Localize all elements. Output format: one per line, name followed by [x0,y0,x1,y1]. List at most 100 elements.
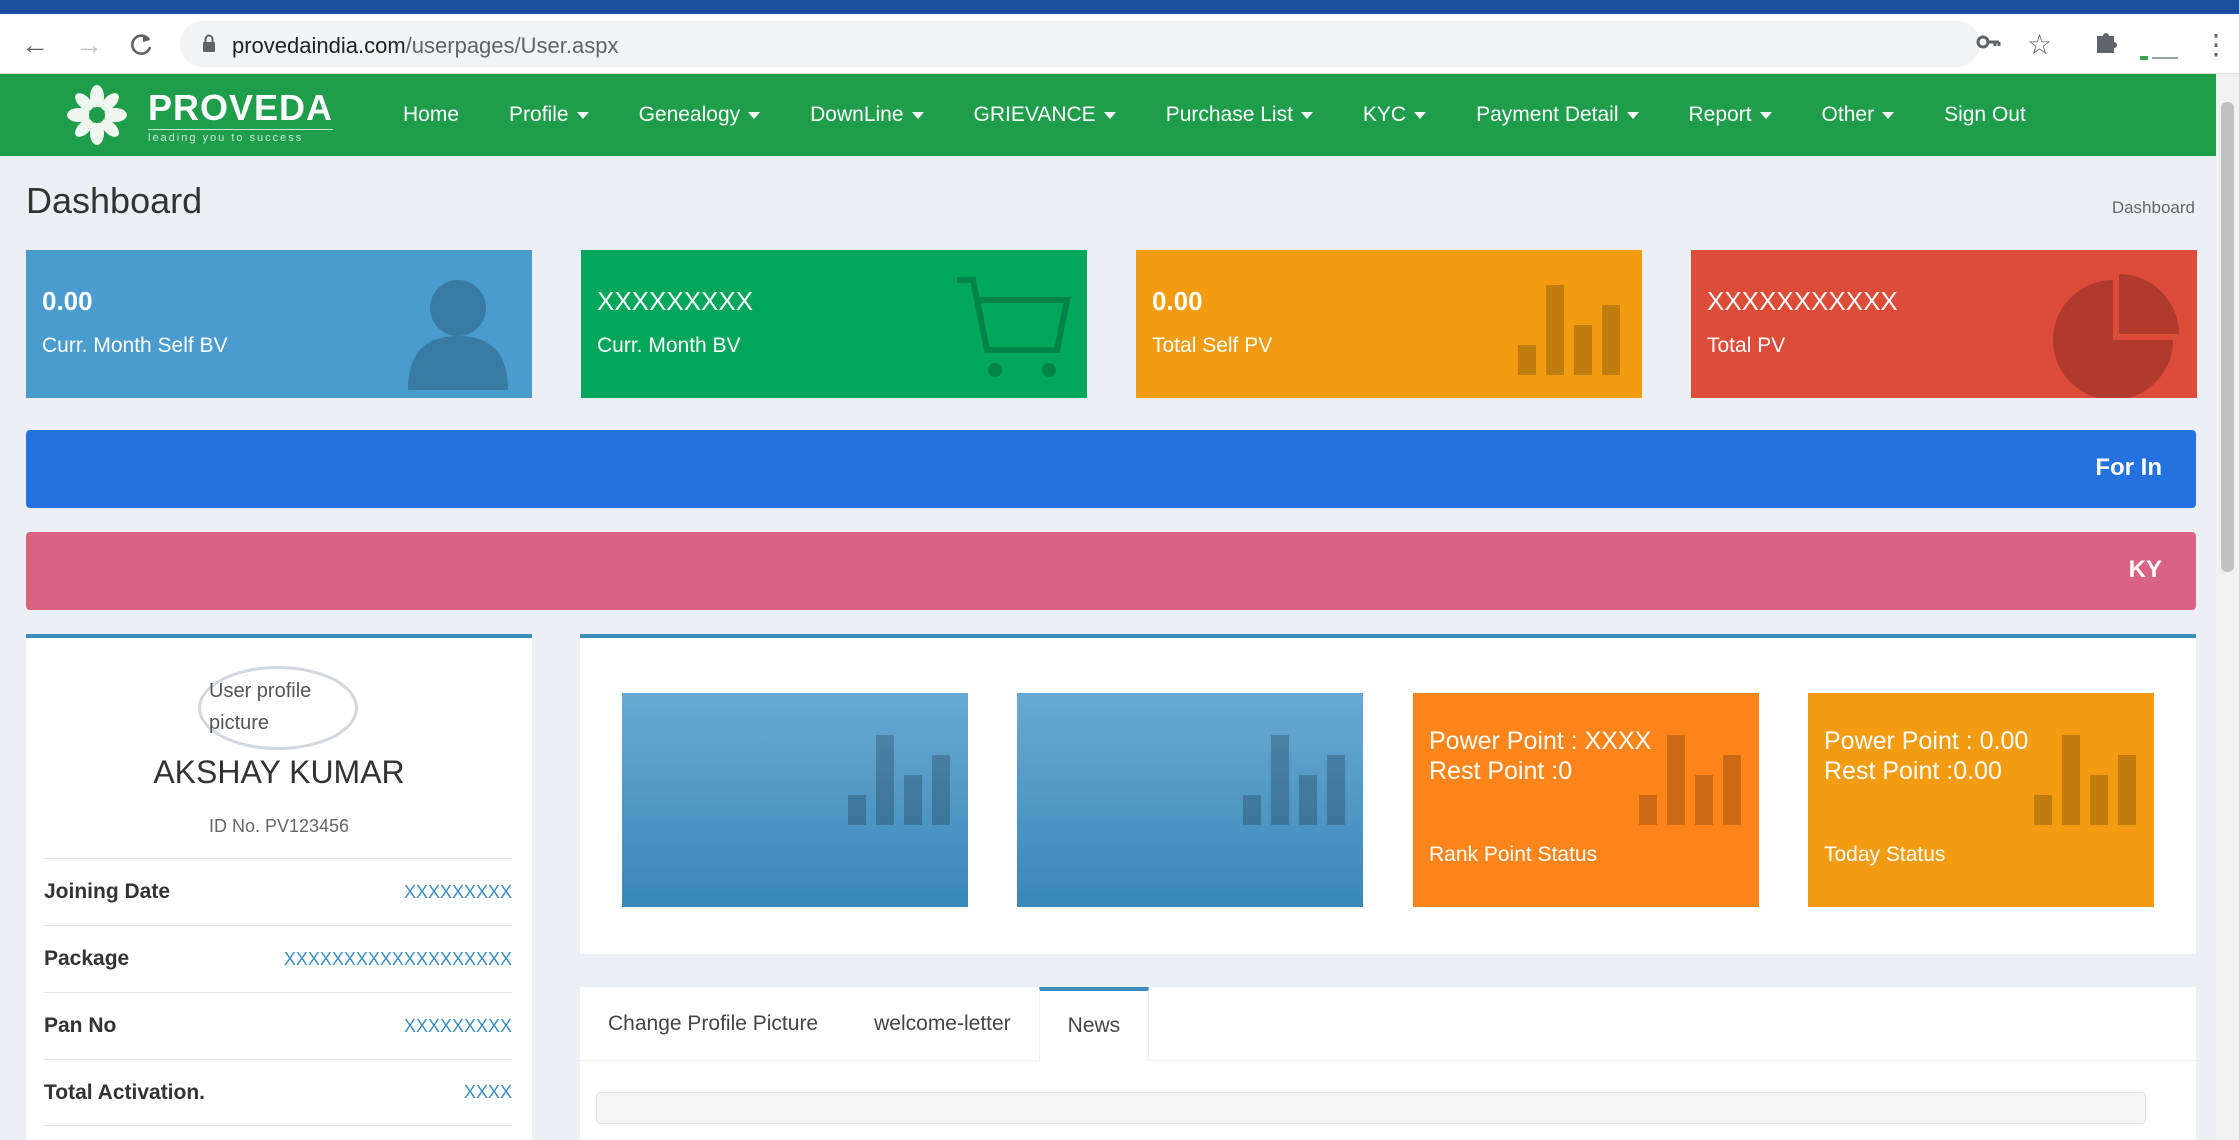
browser-menu-icon[interactable]: ⋮ [2202,28,2230,61]
status-tile-1 [622,693,968,907]
stat-box-self-bv: 0.00 Curr. Month Self BV [26,250,532,398]
nav-item-payment-detail[interactable]: Payment Detail [1451,103,1663,127]
caret-down-icon [1103,111,1116,119]
stat-value: 0.00 [42,286,93,316]
info-value[interactable]: XXXXXXXXXXXXXXXXXXX [284,949,512,970]
nav-item-report[interactable]: Report [1664,103,1797,127]
caret-down-icon [1759,111,1772,119]
nav-item-kyc[interactable]: KYC [1338,103,1451,127]
back-arrow-icon[interactable]: ← [18,28,52,62]
bar-chart-icon [1518,285,1620,375]
cart-icon [957,277,1071,377]
profile-name: AKSHAY KUMAR [153,754,405,790]
info-value[interactable]: XXXXXXXXX [404,882,512,903]
caret-down-icon [1414,111,1427,119]
extensions-puzzle-icon[interactable] [2092,28,2120,63]
info-row-joining-date: Joining Date XXXXXXXXX [44,858,512,925]
kyc-banner-pink: KY [26,532,2196,610]
caret-down-icon [911,111,924,119]
stat-label: Curr. Month Self BV [42,334,228,357]
main-navbar: PROVEDA leading you to success Home Prof… [0,74,2216,156]
lock-icon [203,34,215,52]
key-icon[interactable] [1974,28,2002,63]
info-row-pan-no: Pan No XXXXXXXXX [44,992,512,1059]
address-bar[interactable]: provedaindia.com/userpages/User.aspx [180,21,1980,67]
info-label: Total Activation. [44,1080,206,1104]
reload-icon[interactable] [124,28,158,62]
stat-box-month-bv: XXXXXXXXX Curr. Month BV [581,250,1087,398]
proveda-logo-icon [67,85,127,145]
info-value[interactable]: XXXX [464,1082,512,1103]
tile-footer: Rank Point Status [1429,843,1598,866]
banner-text: For In [2095,454,2162,481]
brand-tagline: leading you to success [148,128,334,144]
nav-item-profile[interactable]: Profile [484,103,614,127]
brand-logo[interactable]: PROVEDA leading you to success [64,82,334,148]
banner-text: KY [2128,556,2162,583]
stat-label: Total Self PV [1152,334,1273,357]
caret-down-icon [1300,111,1313,119]
caret-down-icon [1626,111,1639,119]
stat-value: XXXXXXXXX [597,286,754,316]
tile-line: Rest Point :0.00 [1824,757,2002,785]
news-progress-bar [596,1092,2146,1124]
nav-item-genealogy[interactable]: Genealogy [614,103,786,127]
status-tile-rank-point: Power Point : XXXX Rest Point :0 Rank Po… [1413,693,1759,907]
info-row-total-activation: Total Activation. XXXX [44,1059,512,1126]
tabs-panel: Change Profile Picture welcome-letter Ne… [580,987,2196,1140]
page-title: Dashboard [26,180,203,221]
status-panel: Power Point : XXXX Rest Point :0 Rank Po… [580,634,2196,954]
bar-chart-icon [2034,735,2136,825]
caret-down-icon [576,111,589,119]
pie-chart-icon [2053,274,2179,398]
status-tile-2 [1017,693,1363,907]
tab-news[interactable]: News [1038,987,1150,1061]
page-scrollbar[interactable] [2216,74,2239,1140]
profile-card: User profile picture AKSHAY KUMAR ID No.… [26,634,532,1140]
stat-value: 0.00 [1152,286,1203,316]
tile-footer: Today Status [1824,843,1946,866]
tile-line: Power Point : 0.00 [1824,727,2029,755]
profile-id: ID No. PV123456 [208,816,350,836]
stat-label: Curr. Month BV [597,334,741,357]
breadcrumb[interactable]: Dashboard [2112,198,2195,218]
bar-chart-icon [848,735,950,825]
scrollbar-thumb[interactable] [2221,102,2234,572]
tab-change-profile-picture[interactable]: Change Profile Picture [580,987,846,1061]
status-tile-today: Power Point : 0.00 Rest Point :0.00 Toda… [1808,693,2154,907]
tab-strip: Change Profile Picture welcome-letter Ne… [580,987,2196,1061]
stat-box-total-self-pv: 0.00 Total Self PV [1136,250,1642,398]
info-label: Joining Date [44,880,171,903]
nav-item-home[interactable]: Home [378,103,484,127]
caret-down-icon [748,111,761,119]
bar-chart-icon [1243,735,1345,825]
bookmark-star-icon[interactable]: ☆ [2027,28,2052,61]
tab-welcome-letter[interactable]: welcome-letter [846,987,1039,1061]
bar-chart-icon [1639,735,1741,825]
avatar-alt-text: User profile picture [209,680,312,734]
url-text: provedaindia.com/userpages/User.aspx [232,33,619,58]
info-value[interactable]: XXXXXXXXX [404,1016,512,1037]
caret-down-icon [1882,111,1895,119]
info-row-package: Package XXXXXXXXXXXXXXXXXXX [44,925,512,992]
profile-chip-icon[interactable] [2140,38,2180,70]
info-label: Package [44,947,130,970]
forward-arrow-icon[interactable]: → [72,28,106,62]
user-icon [408,280,508,390]
avatar[interactable]: User profile picture [198,666,358,750]
tile-line: Rest Point :0 [1429,757,1573,785]
window-top-strip [0,0,2239,14]
nav-item-grievance[interactable]: GRIEVANCE [949,103,1141,127]
browser-toolbar: ← → provedaindia.com/userpages/User.aspx… [0,14,2239,74]
nav-item-other[interactable]: Other [1797,103,1920,127]
stat-label: Total PV [1707,334,1786,357]
info-label: Pan No [44,1014,117,1037]
nav-item-downline[interactable]: DownLine [785,103,948,127]
stat-box-total-pv: XXXXXXXXXXX Total PV [1691,250,2197,398]
nav-item-purchase-list[interactable]: Purchase List [1141,103,1338,127]
stat-value: XXXXXXXXXXX [1707,286,1898,316]
tile-line: Power Point : XXXX [1429,727,1652,755]
brand-name: PROVEDA [148,86,334,128]
nav-item-sign-out[interactable]: Sign Out [1919,103,2051,127]
nav-menu: Home Profile Genealogy DownLine GRIEVANC… [378,74,2051,156]
